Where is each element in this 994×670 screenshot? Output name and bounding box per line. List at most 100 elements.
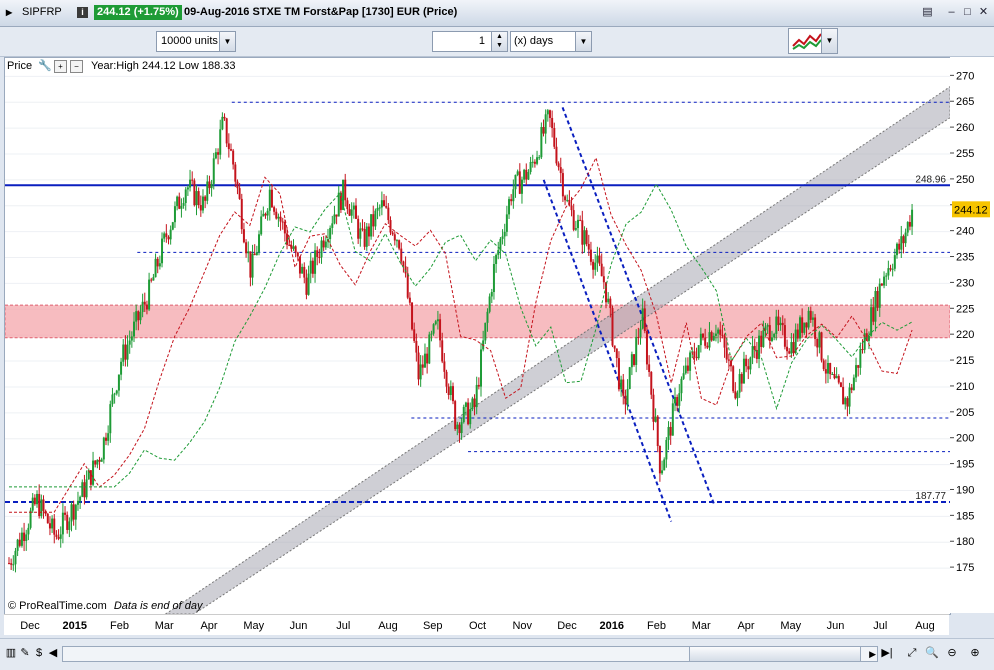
candle-body (520, 179, 523, 194)
candle-body (822, 360, 825, 370)
candle-body (885, 275, 888, 277)
candle-body (242, 229, 245, 243)
period-stepper[interactable]: 1 ▲ ▼ (432, 31, 508, 52)
candle-body (117, 374, 120, 391)
candle-body (663, 459, 666, 471)
candle-body (96, 459, 99, 465)
candle-body (72, 504, 75, 520)
zoom-in-icon[interactable]: ⊕ (968, 646, 982, 660)
keyboard-icon[interactable]: ▤ (920, 5, 935, 19)
scroll-right-icon[interactable]: ▶ (869, 647, 876, 661)
remove-indicator-icon[interactable]: − (70, 60, 83, 73)
candle-body (596, 255, 599, 263)
units-select[interactable]: 10000 units ▼ (156, 31, 236, 52)
candle-body (505, 214, 508, 232)
candle-body (156, 258, 159, 267)
candle-body (581, 220, 584, 245)
candle-body (523, 169, 526, 180)
horizontal-scrollbar[interactable]: ▶ (62, 646, 878, 662)
candle-body (57, 536, 60, 539)
candle-body (150, 279, 153, 281)
close-button[interactable]: ✕ (976, 5, 991, 19)
scroll-left-icon[interactable]: ◀ (46, 646, 60, 660)
candle-body (148, 279, 151, 310)
candle-body (447, 386, 450, 395)
add-indicator-icon[interactable]: + (54, 60, 67, 73)
zoom-area-icon[interactable]: 🔍 (925, 646, 939, 660)
candle-body (908, 222, 911, 227)
candle-body (337, 192, 340, 217)
title-bar: ▸ SIPFRP i 244.12 (+1.75%) 09-Aug-2016 S… (0, 0, 994, 27)
candle-body (559, 167, 562, 174)
candle-body (329, 227, 332, 240)
chevron-down-icon[interactable]: ▼ (219, 32, 235, 51)
candle-body (176, 196, 179, 207)
symbol-label[interactable]: SIPFRP (22, 6, 62, 18)
candle-body (762, 330, 765, 347)
candle-body (536, 157, 539, 164)
candle-body (292, 246, 295, 249)
time-tick-label: Jul (336, 620, 350, 632)
wrench-icon[interactable]: 🔧 (38, 58, 52, 74)
price-tick-label: 225 (956, 303, 974, 315)
candle-body (383, 200, 386, 207)
candle-body (186, 187, 189, 190)
candle-body (721, 334, 724, 336)
price-tick-label: 200 (956, 433, 974, 445)
candle-body (786, 346, 789, 352)
time-tick-label: Oct (469, 620, 486, 632)
period-unit-select[interactable]: (x) days ▼ (510, 31, 592, 52)
scrollbar-thumb[interactable] (689, 647, 861, 661)
candle-body (773, 333, 776, 338)
candle-body (878, 283, 881, 308)
chevron-down-icon[interactable]: ▼ (575, 32, 591, 51)
price-tick-label: 180 (956, 536, 974, 548)
price-axis[interactable]: 175 180 185 190 195 200 205 210 215 220 225 230 235 2… (950, 57, 994, 613)
candle-body (605, 282, 608, 303)
time-axis[interactable]: Dec 2015 Feb Mar Apr May Jun Jul Aug Sep Oct Nov Dec… (4, 614, 949, 635)
zoom-out-icon[interactable]: ⊖ (945, 646, 959, 660)
candle-body (682, 373, 685, 379)
candle-body (70, 504, 73, 522)
scroll-end-icon[interactable]: ▶| (880, 646, 894, 660)
chart-type-icon[interactable]: ▸ (6, 5, 12, 19)
indicator-button[interactable]: ▼ (788, 28, 838, 54)
candle-body (555, 146, 558, 164)
candle-body (268, 189, 271, 211)
minimize-button[interactable]: ‒ (944, 5, 959, 19)
dollar-icon[interactable]: $ (32, 646, 46, 660)
candle-body (895, 243, 898, 256)
candle-body (423, 353, 426, 368)
stepper-arrows-icon[interactable]: ▲ ▼ (491, 32, 507, 51)
time-tick-label: Dec (20, 620, 40, 632)
chevron-down-icon[interactable]: ▼ (821, 29, 837, 53)
chart-canvas[interactable]: 248.96 187.77 (5, 58, 950, 614)
candle-body (911, 209, 914, 227)
candle-body (824, 369, 827, 374)
candle-body (365, 226, 368, 247)
candle-body (626, 388, 629, 405)
candle-body (855, 365, 858, 378)
candle-body (389, 220, 392, 233)
info-icon[interactable]: i (77, 7, 88, 18)
candle-body (79, 496, 82, 501)
candle-body (548, 110, 551, 118)
display-settings-icon[interactable]: ▥ (4, 646, 18, 660)
candle-body (331, 223, 334, 228)
candle-body (115, 390, 118, 394)
candle-body (33, 497, 36, 505)
draw-tool-icon[interactable]: ✎ (18, 646, 32, 660)
candle-body (66, 514, 69, 530)
candle-body (898, 243, 901, 250)
candle-body (902, 236, 905, 244)
candle-body (158, 263, 161, 267)
price-chart[interactable]: 248.96 187.77 (4, 57, 951, 615)
level-label: 187.77 (915, 491, 946, 502)
candle-body (725, 347, 728, 360)
candle-body (53, 518, 56, 535)
candle-body (294, 246, 297, 253)
data-note: Data is end of day (113, 600, 203, 612)
auto-scale-icon[interactable]: ⤢ (905, 646, 919, 660)
maximize-button[interactable]: □ (960, 5, 975, 19)
candle-body (400, 248, 403, 262)
